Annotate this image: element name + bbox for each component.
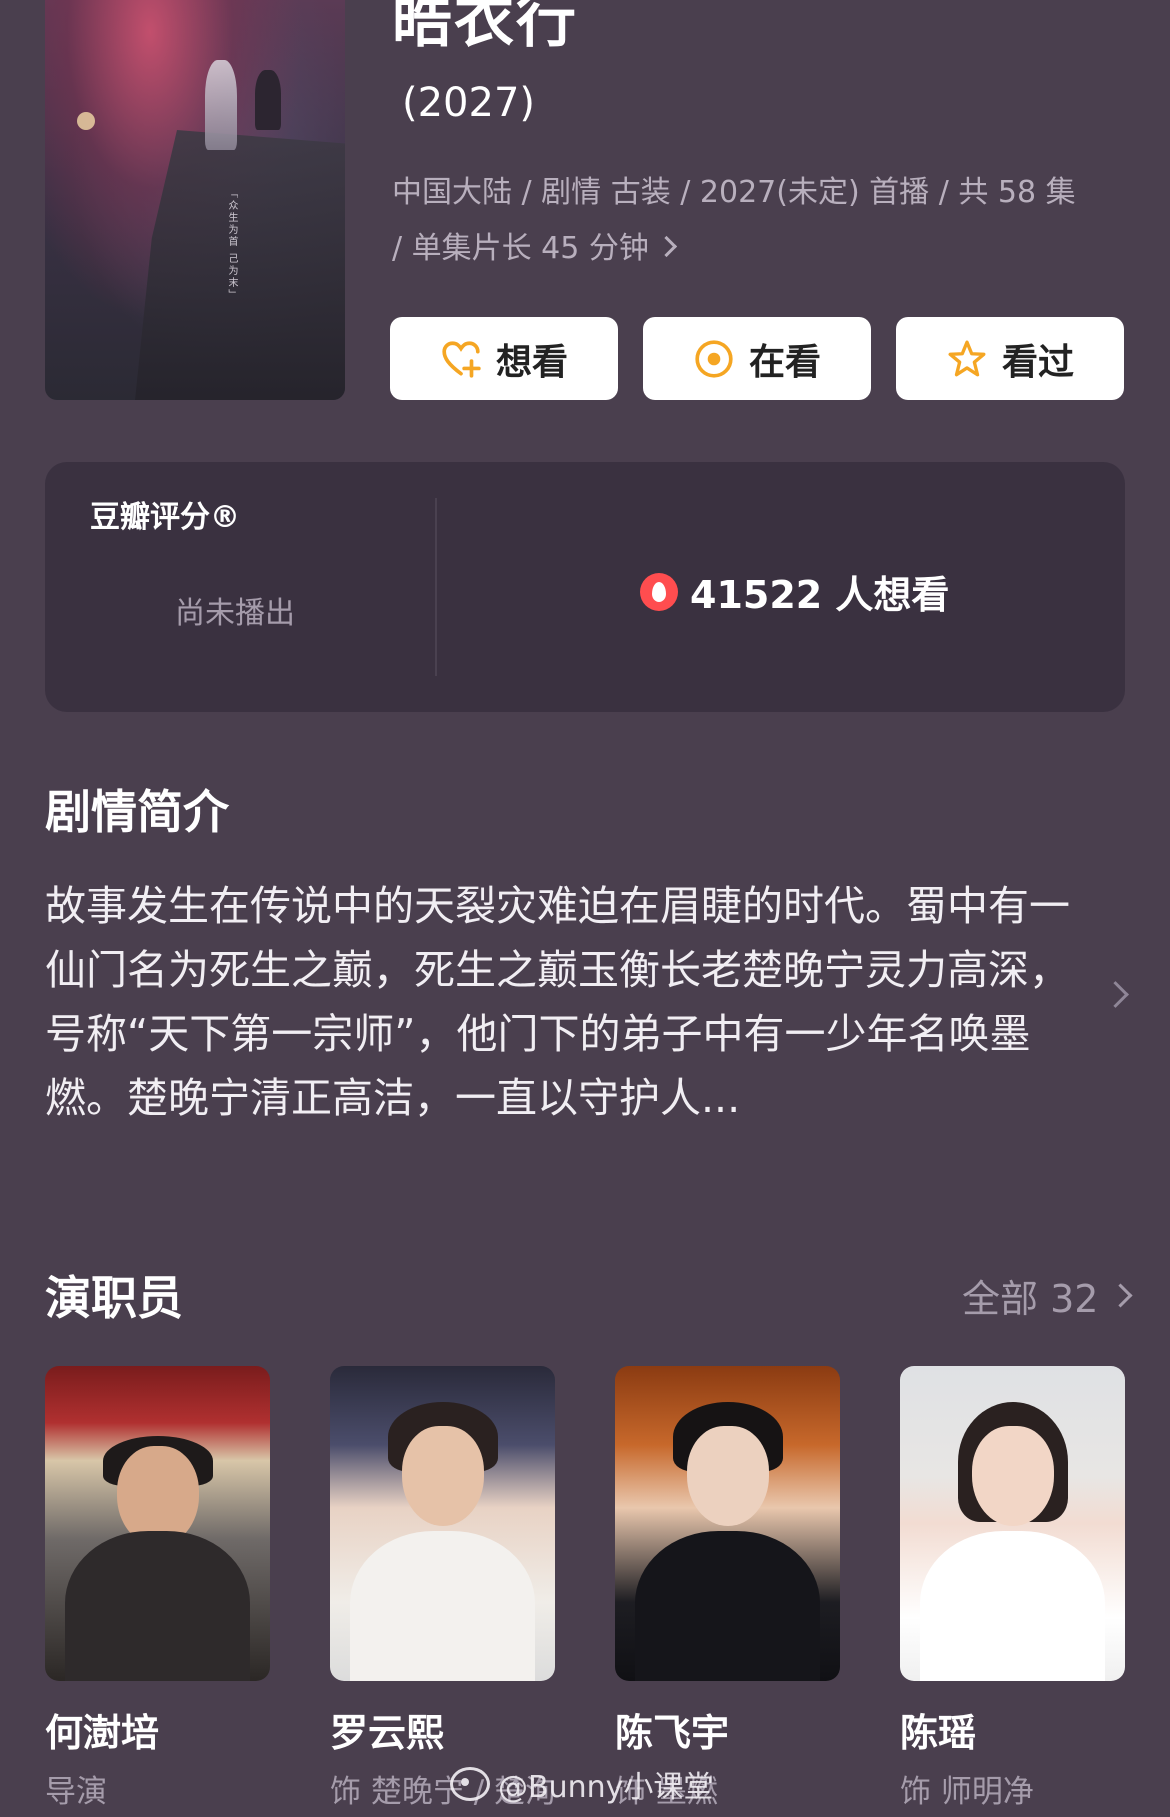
cast-photo-face xyxy=(972,1426,1054,1526)
poster-figure-dark xyxy=(255,70,281,130)
cast-photo-body xyxy=(65,1531,250,1681)
weibo-icon xyxy=(450,1767,490,1801)
cast-heading: 演职员 xyxy=(45,1271,183,1325)
chevron-right-icon[interactable] xyxy=(1102,981,1129,1008)
cast-all-label: 全部 32 xyxy=(962,1277,1099,1321)
douban-rating-label: 豆瓣评分® xyxy=(90,500,240,535)
rating-status: 尚未播出 xyxy=(175,596,295,631)
cast-photo-body xyxy=(350,1531,535,1681)
show-meta-text: 中国大陆 / 剧情 古装 / 2027(未定) 首播 / 共 58 集 / 单集… xyxy=(392,175,1076,266)
chevron-right-icon xyxy=(1108,1283,1133,1308)
cast-photo-body xyxy=(635,1531,820,1681)
synopsis-text[interactable]: 故事发生在传说中的天裂灾难迫在眉睫的时代。蜀中有一仙门名为死生之巅，死生之巅玉衡… xyxy=(45,874,1085,1130)
card-divider xyxy=(435,498,437,676)
page-title: 皓衣行 xyxy=(392,0,578,56)
cast-view-all-link[interactable]: 全部 32 xyxy=(962,1268,1133,1323)
heart-plus-icon xyxy=(442,340,481,378)
cast-photo-actor-2[interactable] xyxy=(615,1366,840,1681)
poster-cliff xyxy=(135,130,345,400)
poster-moon xyxy=(77,112,95,130)
fire-icon xyxy=(640,572,678,611)
star-icon xyxy=(948,340,986,376)
poster-image[interactable]: 「众生为首 己为末」 xyxy=(45,0,345,400)
want-count-text: 41522 人想看 xyxy=(690,573,950,617)
want-to-watch-button[interactable]: 想看 xyxy=(390,317,618,400)
watching-label: 在看 xyxy=(748,341,821,383)
watched-button[interactable]: 看过 xyxy=(896,317,1124,400)
weibo-watermark: @Bunny小课堂 xyxy=(450,1762,713,1806)
poster-vertical-text: 「众生为首 己为末」 xyxy=(226,188,237,302)
want-count[interactable]: 41522 人想看 xyxy=(640,564,949,619)
synopsis-heading: 剧情简介 xyxy=(45,785,229,839)
cast-name[interactable]: 罗云熙 xyxy=(330,1702,444,1757)
watched-label: 看过 xyxy=(1001,341,1074,383)
release-year: (2027) xyxy=(402,80,536,126)
cast-name[interactable]: 何澍培 xyxy=(45,1702,159,1757)
cast-name[interactable]: 陈飞宇 xyxy=(615,1702,729,1757)
cast-role: 饰 师明净 xyxy=(900,1774,1034,1810)
show-meta-info[interactable]: 中国大陆 / 剧情 古装 / 2027(未定) 首播 / 共 58 集 / 单集… xyxy=(392,165,1092,277)
cast-photo-body xyxy=(920,1531,1105,1681)
watermark-text: @Bunny小课堂 xyxy=(498,1770,714,1805)
cast-photo-actor-3[interactable] xyxy=(900,1366,1125,1681)
target-icon xyxy=(695,339,733,378)
cast-role: 导演 xyxy=(45,1774,107,1810)
cast-photo-director[interactable] xyxy=(45,1366,270,1681)
watching-button[interactable]: 在看 xyxy=(643,317,871,400)
cast-photo-face xyxy=(402,1426,484,1526)
cast-photo-actor-1[interactable] xyxy=(330,1366,555,1681)
cast-name[interactable]: 陈瑶 xyxy=(900,1702,976,1757)
cast-photo-face xyxy=(687,1426,769,1526)
poster-figure-white xyxy=(205,60,237,150)
want-to-watch-label: 想看 xyxy=(495,341,568,383)
chevron-right-icon xyxy=(655,235,677,258)
